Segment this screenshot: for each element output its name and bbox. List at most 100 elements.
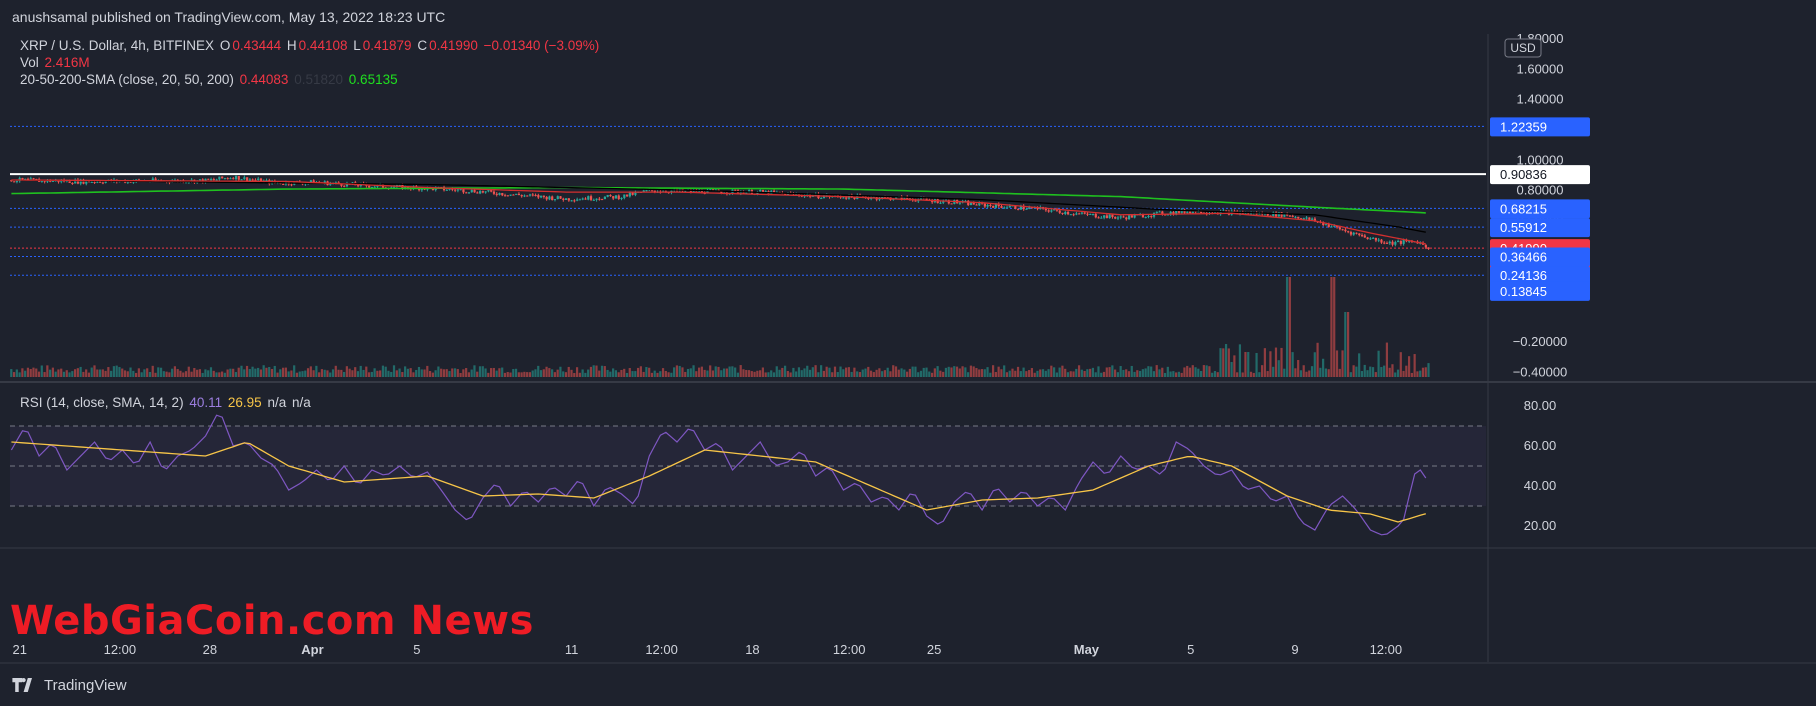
volume-bar	[254, 368, 257, 377]
volume-bar	[728, 366, 731, 377]
volume-bar	[96, 369, 99, 377]
candle-body	[1150, 215, 1153, 217]
volume-bar	[1163, 372, 1167, 377]
rsi-na-1: n/a	[267, 395, 287, 410]
footer-brand[interactable]: TradingView	[44, 677, 127, 694]
candle-body	[1147, 215, 1150, 218]
volume-bar	[1388, 367, 1391, 377]
volume-bar	[1083, 371, 1086, 377]
volume-bar	[43, 372, 46, 377]
chart-frame[interactable]: 1.800001.600001.400001.000000.800000.600…	[0, 34, 1816, 664]
rsi-sma-value: 26.95	[227, 395, 262, 410]
volume-bar	[1108, 367, 1111, 377]
volume-bar	[395, 370, 398, 377]
volume-bar	[634, 371, 637, 377]
volume-bar	[1341, 350, 1344, 377]
volume-bar	[345, 366, 348, 377]
volume-bar	[958, 368, 961, 377]
candle-body	[1186, 211, 1189, 213]
volume-bar	[215, 372, 218, 377]
volume-bar	[290, 370, 293, 377]
volume-bar	[714, 366, 717, 377]
volume-bar	[1255, 352, 1258, 377]
volume-bar	[351, 370, 354, 377]
volume-bar	[980, 369, 984, 377]
volume-bar	[562, 371, 565, 377]
volume-bar	[306, 368, 310, 377]
volume-bar	[964, 367, 967, 377]
candle-body	[1144, 217, 1147, 219]
candle-body	[631, 192, 634, 195]
candle-body	[393, 186, 396, 188]
volume-bar	[323, 369, 326, 377]
volume-bar	[229, 368, 232, 377]
candle-body	[476, 192, 479, 194]
symbol-label[interactable]: XRP / U.S. Dollar, 4h, BITFINEX	[20, 38, 214, 53]
volume-bar	[1039, 369, 1042, 377]
volume-bar	[1061, 365, 1064, 377]
volume-bar	[1399, 352, 1402, 377]
candle-body	[1119, 216, 1122, 218]
vol-label[interactable]: Vol	[20, 55, 39, 70]
volume-bar	[564, 372, 568, 377]
candle-body	[573, 200, 576, 202]
volume-bar	[154, 372, 157, 377]
volume-bar	[1186, 365, 1189, 377]
candle-body	[356, 185, 360, 187]
volume-bar	[906, 371, 909, 377]
candle-body	[562, 198, 565, 201]
sma-label[interactable]: 20-50-200-SMA (close, 20, 50, 200)	[20, 72, 234, 87]
candle-body	[576, 199, 579, 201]
candle-body	[534, 194, 537, 196]
volume-bar	[1319, 367, 1322, 377]
price-tag-label-5: 0.36466	[1500, 250, 1547, 265]
candle-body	[584, 198, 587, 200]
candle-body	[96, 181, 99, 183]
candle-body	[212, 179, 215, 181]
chart-canvas[interactable]: 1.800001.600001.400001.000000.800000.600…	[0, 34, 1816, 664]
volume-bar	[1116, 372, 1119, 377]
candle-body	[240, 179, 243, 181]
candle-body	[492, 191, 496, 194]
volume-bar	[889, 371, 892, 377]
volume-bar	[373, 368, 376, 377]
candle-body	[465, 192, 468, 194]
volume-bar	[426, 365, 429, 377]
volume-bar	[409, 368, 412, 377]
volume-bar	[847, 367, 850, 377]
time-tick-label-0: 21	[13, 642, 27, 657]
volume-bar	[589, 366, 593, 377]
candle-body	[523, 195, 526, 197]
volume-bar	[348, 368, 351, 377]
candle-body	[1388, 241, 1391, 244]
volume-bar	[1127, 371, 1131, 377]
volume-bar	[917, 372, 920, 377]
volume-bar	[1407, 356, 1411, 377]
volume-bar	[720, 370, 723, 377]
volume-bar	[276, 372, 279, 377]
publish-line: anushsamal published on TradingView.com,…	[12, 9, 446, 25]
volume-bar	[179, 370, 182, 377]
candle-body	[1008, 205, 1011, 208]
volume-bar	[775, 366, 778, 377]
volume-bar	[334, 365, 337, 377]
volume-bar	[1213, 371, 1217, 377]
volume-bar	[892, 365, 895, 377]
candle-body	[1360, 235, 1364, 237]
rsi-tick-label-0: 80.00	[1524, 398, 1557, 413]
volume-bar	[1377, 350, 1380, 377]
candle-body	[1380, 239, 1383, 243]
volume-bar	[1313, 352, 1316, 377]
volume-bar	[969, 365, 972, 377]
price-tag-label-1: 0.90836	[1500, 167, 1547, 182]
volume-bar	[750, 371, 753, 377]
volume-bar	[542, 369, 545, 377]
low-label: L	[353, 38, 361, 53]
volume-bar	[448, 371, 451, 377]
volume-bar	[628, 368, 631, 377]
volume-bar	[781, 367, 784, 377]
volume-bar	[1371, 367, 1375, 377]
rsi-label[interactable]: RSI (14, close, SMA, 14, 2)	[20, 395, 184, 410]
volume-bar	[1069, 371, 1072, 377]
volume-bar	[831, 372, 834, 377]
